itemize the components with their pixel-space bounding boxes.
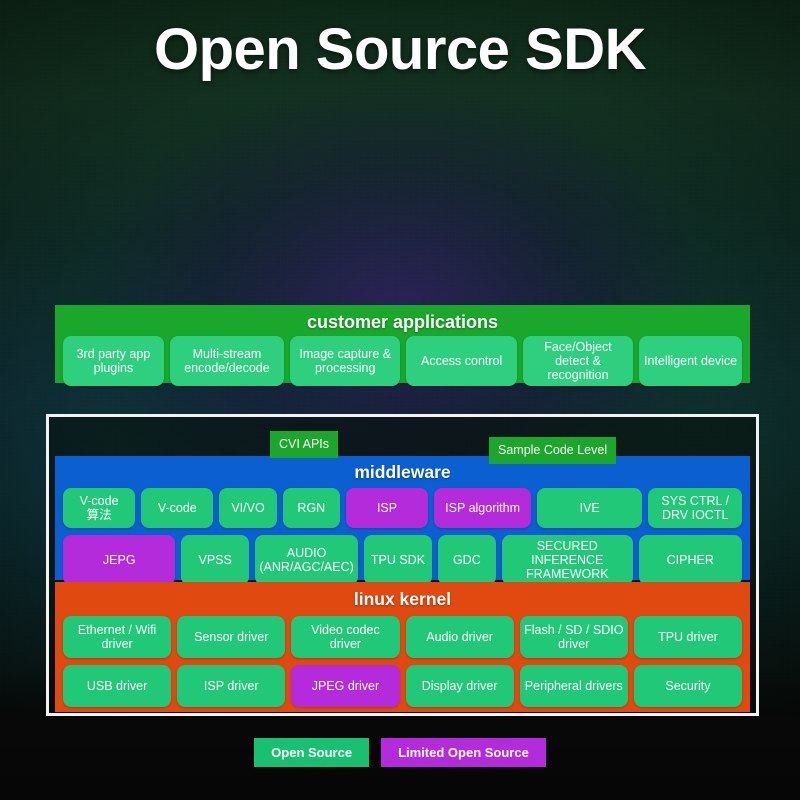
kernel-block-r1-5[interactable]: TPU driver <box>633 615 743 658</box>
middleware-row-2: JEPG VPSS AUDIO (ANR/AGC/AEC) TPU SDK GDC SEC… <box>55 534 750 585</box>
chip-label: Audio driver <box>426 629 493 644</box>
linux-kernel-title: linux kernel <box>353 589 452 609</box>
customer-applications-title: customer applications <box>306 312 499 332</box>
chip-label: Image capture & processing <box>299 347 392 375</box>
chip-label: Security <box>665 678 711 693</box>
chip-label: TPU SDK <box>370 552 426 567</box>
middleware-block-r1-7[interactable]: SYS CTRL / DRV IOCTL <box>648 487 743 528</box>
kernel-block-r1-3[interactable]: Audio driver <box>405 615 514 658</box>
chip-label: ISP <box>376 500 398 515</box>
cvi-apis-tag: CVI APIs <box>270 431 339 458</box>
kernel-block-r2-1[interactable]: ISP driver <box>177 664 286 707</box>
chip-label: ISP algorithm <box>445 500 520 515</box>
legend-item-limited: Limited Open Source <box>381 738 546 767</box>
page-title: Open Source SDK <box>153 17 647 82</box>
chip-label: Multi-stream encode/decode <box>184 347 270 375</box>
middleware-title: middleware <box>354 462 451 482</box>
chip-label: SYS CTRL / DRV IOCTL <box>661 493 729 522</box>
kernel-block-r2-5[interactable]: Security <box>633 664 743 707</box>
legend: Open Source Limited Open Source <box>0 738 800 767</box>
chip-label: JEPG <box>102 552 136 567</box>
app-block-0[interactable]: 3rd party app plugins <box>63 336 164 386</box>
app-block-1[interactable]: Multi-stream encode/decode <box>169 336 285 386</box>
kernel-block-r2-4[interactable]: Peripheral drivers <box>519 664 628 707</box>
chip-label: VI/VO <box>231 500 265 515</box>
chip-label: RGN <box>297 500 326 515</box>
sample-code-level-tag: Sample Code Level <box>489 437 617 464</box>
chip-label: TPU driver <box>658 629 718 644</box>
chip-label: GDC <box>452 552 481 567</box>
middleware-block-r1-0[interactable]: V-code 算法 <box>63 487 136 528</box>
middleware-block-r1-3[interactable]: RGN <box>282 487 340 528</box>
middleware-block-r2-1[interactable]: VPSS <box>181 534 249 585</box>
chip-label: JPEG driver <box>311 678 380 693</box>
chip-label: Face/Object detect & recognition <box>544 340 612 382</box>
kernel-block-r2-3[interactable]: Display driver <box>405 664 514 707</box>
middleware-block-r1-6[interactable]: IVE <box>537 487 643 528</box>
chip-label: 3rd party app plugins <box>76 347 151 375</box>
linux-kernel-panel: linux kernel Ethernet / Wifi driver Senso… <box>55 582 750 712</box>
kernel-block-r1-0[interactable]: Ethernet / Wifi driver <box>63 615 172 658</box>
kernel-block-r1-1[interactable]: Sensor driver <box>177 615 286 658</box>
chip-label: Ethernet / Wifi driver <box>77 622 157 651</box>
customer-applications-row: 3rd party app plugins Multi-stream encode… <box>55 336 750 386</box>
customer-applications-panel: customer applications 3rd party app plug… <box>55 305 750 386</box>
kernel-block-r2-0[interactable]: USB driver <box>63 664 172 707</box>
chip-label: Flash / SD / SDIO driver <box>524 622 624 651</box>
app-block-2[interactable]: Image capture & processing <box>290 336 401 386</box>
middleware-block-r2-3[interactable]: TPU SDK <box>364 534 432 585</box>
middleware-block-r2-2[interactable]: AUDIO (ANR/AGC/AEC) <box>254 534 359 585</box>
linux-kernel-row-1: Ethernet / Wifi driver Sensor driver Video… <box>55 615 750 658</box>
chip-label: Peripheral drivers <box>524 678 623 693</box>
linux-kernel-row-2: USB driver ISP driver JPEG driver Display d… <box>55 664 750 707</box>
legend-item-open: Open Source <box>254 738 370 767</box>
middleware-block-r1-5[interactable]: ISP algorithm <box>434 487 532 528</box>
chip-label: Video codec driver <box>311 622 380 651</box>
chip-label: CIPHER <box>666 552 714 567</box>
kernel-block-r1-2[interactable]: Video codec driver <box>291 615 400 658</box>
app-block-5[interactable]: Intelligent device <box>639 336 742 386</box>
kernel-block-r1-4[interactable]: Flash / SD / SDIO driver <box>519 615 628 658</box>
middleware-block-r1-1[interactable]: V-code <box>141 487 214 528</box>
middleware-row-1: V-code 算法 V-code VI/VO RGN ISP ISP algorithm IV… <box>55 487 750 528</box>
chip-label: Access control <box>420 354 503 368</box>
chip-label: Intelligent device <box>644 354 738 368</box>
app-block-3[interactable]: Access control <box>406 336 517 386</box>
chip-label: Sensor driver <box>194 629 269 644</box>
app-block-4[interactable]: Face/Object detect & recognition <box>522 336 634 386</box>
chip-label: SECURED INFERENCE FRAMEWORK <box>525 538 609 581</box>
chip-label: ISP driver <box>203 678 259 693</box>
middleware-block-r1-4[interactable]: ISP <box>345 487 429 528</box>
middleware-panel: middleware V-code 算法 V-code VI/VO RGN ISP ISP … <box>55 456 750 585</box>
chip-label: AUDIO (ANR/AGC/AEC) <box>259 545 354 574</box>
chip-label: Display driver <box>421 678 498 693</box>
middleware-block-r2-5[interactable]: SECURED INFERENCE FRAMEWORK <box>502 534 633 585</box>
middleware-block-r1-2[interactable]: VI/VO <box>219 487 277 528</box>
chip-label: VPSS <box>198 552 232 567</box>
chip-label: IVE <box>579 500 600 515</box>
kernel-block-r2-2[interactable]: JPEG driver <box>291 664 400 707</box>
chip-label: USB driver <box>86 678 148 693</box>
diagram-root: Open Source SDK customer applications 3r… <box>0 0 800 800</box>
chip-label: V-code <box>157 500 197 515</box>
middleware-block-r2-4[interactable]: GDC <box>437 534 496 585</box>
middleware-block-r2-0[interactable]: JEPG <box>63 534 176 585</box>
chip-label-cn: 算法 <box>86 507 112 522</box>
chip-label: V-code 算法 <box>79 493 119 522</box>
middleware-block-r2-6[interactable]: CIPHER <box>638 534 742 585</box>
